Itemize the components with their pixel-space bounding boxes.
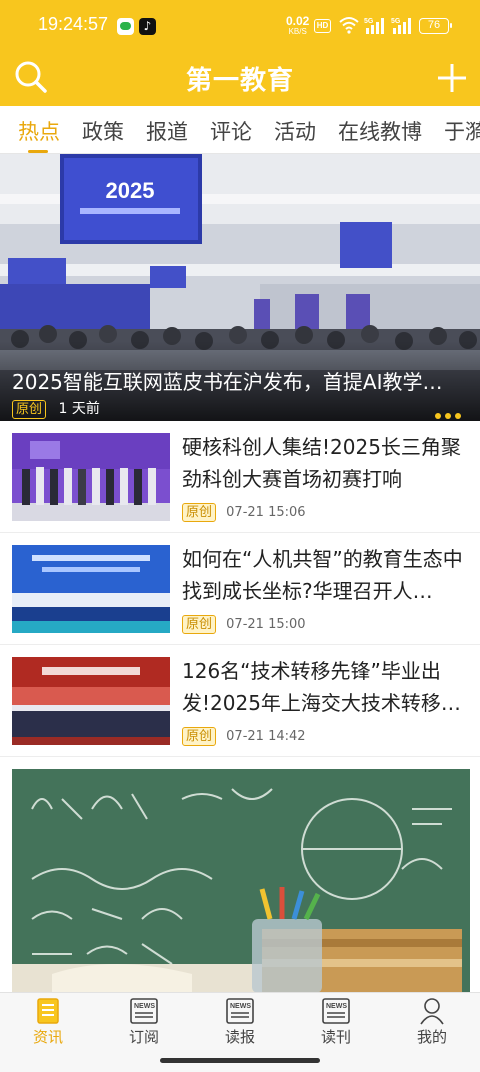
tab-comments[interactable]: 评论 (210, 116, 252, 146)
nav-label: 我的 (416, 1028, 447, 1046)
hero-title: 2025智能互联网蓝皮书在沪发布，首提AI教学… (12, 370, 443, 394)
news-thumbnail (12, 433, 170, 521)
bottom-navigation: 资讯 NEWS 订阅 NEWS 读报 NEWS 读刊 我的 (0, 992, 480, 1050)
signal-2-label: 5G (391, 18, 401, 25)
nav-read-paper[interactable]: NEWS 读报 (208, 997, 272, 1051)
feature-image-card[interactable] (12, 769, 470, 993)
news-title: 硬核科创人集结!2025长三角聚劲科创大赛首场初赛打响 (182, 435, 461, 491)
status-bar: 19:24:57 ♪ 0.02 KB/S HD 5G 5G 76 (0, 0, 480, 52)
news-thumbnail (12, 545, 170, 633)
carousel-dot (435, 413, 441, 419)
nav-label: 订阅 (128, 1028, 159, 1046)
svg-text:NEWS: NEWS (326, 1003, 347, 1010)
hd-icon: HD (314, 19, 331, 33)
tiktok-notification-icon: ♪ (139, 18, 156, 35)
news-feed-icon (37, 998, 59, 1024)
news-title: 126名“技术转移先锋”毕业出发!2025年上海交大技术转移… (182, 659, 461, 715)
person-icon (420, 998, 444, 1025)
hero-screen-year: 2025 (106, 178, 155, 203)
category-tabs: 热点 政策 报道 评论 活动 在线教博 于漪 (0, 106, 480, 154)
svg-text:NEWS: NEWS (134, 1003, 155, 1010)
active-tab-indicator (28, 150, 48, 153)
app-header: 第一教育 (0, 52, 480, 106)
cellular-signal-icon: 5G (391, 18, 411, 34)
tab-hot[interactable]: 热点 (18, 116, 60, 146)
nav-subscribe[interactable]: NEWS 订阅 (112, 997, 176, 1051)
original-badge: 原创 (182, 615, 217, 634)
original-badge: 原创 (182, 503, 217, 522)
original-badge: 原创 (182, 727, 217, 746)
tab-reports[interactable]: 报道 (146, 116, 188, 146)
nav-read-journal[interactable]: NEWS 读刊 (304, 997, 368, 1051)
network-speed: 0.02 KB/S (286, 14, 310, 36)
home-gesture-bar[interactable] (160, 1058, 320, 1063)
newspaper-icon: NEWS (322, 998, 350, 1024)
chalkboard-image (12, 769, 470, 993)
nav-label: 读报 (224, 1028, 255, 1046)
hero-banner[interactable]: 2025 2025智能互联网蓝皮书在沪发布，首提AI教学… 原创 1 天前 (0, 154, 480, 421)
tab-events[interactable]: 活动 (274, 116, 316, 146)
app-title: 第一教育 (185, 66, 294, 96)
carousel-indicator (435, 404, 465, 421)
news-thumbnail (12, 657, 170, 745)
status-time: 19:24:57 (38, 14, 109, 34)
add-channel-button[interactable] (432, 58, 472, 98)
newspaper-icon: NEWS (130, 998, 158, 1024)
news-meta: 原创 07-21 15:06 (182, 503, 306, 522)
svg-text:NEWS: NEWS (230, 1003, 251, 1010)
nav-label: 读刊 (320, 1028, 351, 1046)
news-item[interactable]: 如何在“人机共智”的教育生态中找到成长坐标?华理召开人… 原创 07-21 15… (0, 533, 480, 645)
nav-news[interactable]: 资讯 (16, 997, 80, 1051)
original-badge: 原创 (12, 400, 47, 419)
news-time: 07-21 15:00 (226, 617, 306, 632)
tab-online-expo[interactable]: 在线教博 (338, 116, 422, 146)
battery-indicator: 76 (419, 18, 452, 34)
news-title: 如何在“人机共智”的教育生态中找到成长坐标?华理召开人… (182, 547, 463, 603)
carousel-dot (445, 413, 451, 419)
wechat-notification-icon (117, 18, 134, 35)
news-item[interactable]: 硬核科创人集结!2025长三角聚劲科创大赛首场初赛打响 原创 07-21 15:… (0, 421, 480, 533)
tab-yu-yi[interactable]: 于漪 (444, 116, 480, 146)
news-item[interactable]: 126名“技术转移先锋”毕业出发!2025年上海交大技术转移… 原创 07-21… (0, 645, 480, 757)
signal-1-label: 5G (364, 18, 374, 25)
cellular-signal-icon: 5G (364, 18, 384, 34)
news-meta: 原创 07-21 15:00 (182, 615, 306, 634)
plus-icon (438, 64, 466, 92)
carousel-dot (455, 413, 461, 419)
tab-policy[interactable]: 政策 (82, 116, 124, 146)
hero-meta: 原创 1 天前 (12, 398, 100, 419)
news-meta: 原创 07-21 14:42 (182, 727, 306, 746)
nav-label: 资讯 (32, 1028, 63, 1046)
hero-time: 1 天前 (58, 401, 100, 417)
news-time: 07-21 14:42 (226, 729, 306, 744)
news-time: 07-21 15:06 (226, 505, 306, 520)
nav-profile[interactable]: 我的 (400, 997, 464, 1051)
wifi-icon (339, 17, 359, 34)
newspaper-icon: NEWS (226, 998, 254, 1024)
